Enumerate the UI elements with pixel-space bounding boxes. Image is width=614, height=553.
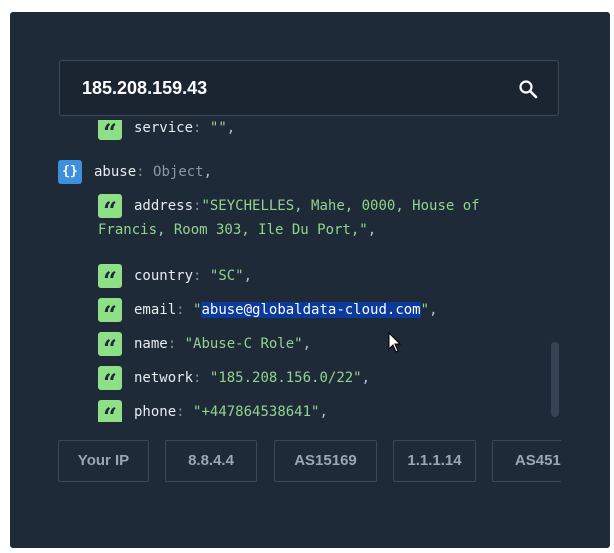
string-type-icon: “: [98, 298, 122, 322]
json-key: email: [134, 302, 177, 318]
json-colon: :: [176, 404, 185, 420]
ip-lookup-panel: “ service: "", {} abuse: Object, “ addre…: [10, 12, 610, 548]
json-colon: :: [176, 302, 185, 318]
json-row-address: “ address:"SEYCHELLES, Mahe, 0000, House…: [58, 194, 548, 244]
json-value[interactable]: "": [210, 120, 227, 136]
json-scrollbar[interactable]: [551, 342, 559, 417]
json-comma: ,: [243, 268, 253, 284]
ip-search-input[interactable]: [82, 61, 502, 115]
object-type-icon[interactable]: {}: [58, 160, 82, 184]
quick-link-ip[interactable]: 1.1.1.14: [393, 440, 476, 482]
json-viewer[interactable]: “ service: "", {} abuse: Object, “ addre…: [58, 120, 562, 422]
string-type-icon: “: [98, 120, 122, 140]
json-key: abuse: [94, 164, 137, 180]
json-comma: ,: [319, 404, 328, 420]
string-type-icon: “: [98, 400, 122, 422]
json-value[interactable]: "+447864538641": [193, 404, 319, 420]
json-colon: :: [167, 336, 177, 352]
quick-lookup-bar: Your IP 8.8.4.4 AS15169 1.1.1.14 AS4519: [58, 440, 561, 485]
json-comma: ,: [226, 120, 236, 136]
json-value[interactable]: "SEYCHELLES, Mahe, 0000, House of: [201, 198, 479, 214]
json-value[interactable]: "SC": [210, 268, 244, 284]
json-value-continued[interactable]: Francis, Room 303, Ile Du Port,": [98, 222, 368, 238]
json-key: country: [134, 268, 194, 284]
string-type-icon: “: [98, 332, 122, 356]
mouse-cursor-icon: [388, 332, 402, 353]
json-comma: ,: [429, 302, 438, 318]
search-bar: [59, 60, 559, 116]
json-comma: ,: [367, 222, 377, 238]
quick-link-asn[interactable]: AS15169: [274, 440, 377, 482]
quick-link-asn[interactable]: AS4519: [492, 440, 561, 482]
json-key: name: [134, 336, 168, 352]
json-colon: :: [193, 120, 202, 136]
string-type-icon: “: [98, 366, 122, 390]
json-key: network: [134, 370, 194, 386]
json-comma: ,: [302, 336, 312, 352]
json-value[interactable]: "185.208.156.0/22": [210, 370, 362, 386]
json-key: service: [134, 120, 194, 136]
quick-link-your-ip[interactable]: Your IP: [58, 440, 149, 482]
json-colon: :: [136, 164, 145, 180]
quick-link-ip[interactable]: 8.8.4.4: [165, 440, 257, 482]
selected-email-value[interactable]: abuse@globaldata-cloud.com: [201, 302, 421, 318]
json-key: phone: [134, 404, 177, 420]
string-type-icon: “: [98, 194, 122, 218]
json-comma: ,: [203, 164, 213, 180]
json-comma: ,: [361, 370, 371, 386]
json-colon: :: [193, 370, 202, 386]
json-type: Object: [153, 164, 204, 180]
json-key: address: [134, 198, 194, 214]
search-icon[interactable]: [518, 79, 538, 99]
json-colon: :: [193, 268, 202, 284]
json-quote: ": [420, 302, 430, 318]
string-type-icon: “: [98, 264, 122, 288]
json-value[interactable]: "Abuse-C Role": [185, 336, 303, 352]
